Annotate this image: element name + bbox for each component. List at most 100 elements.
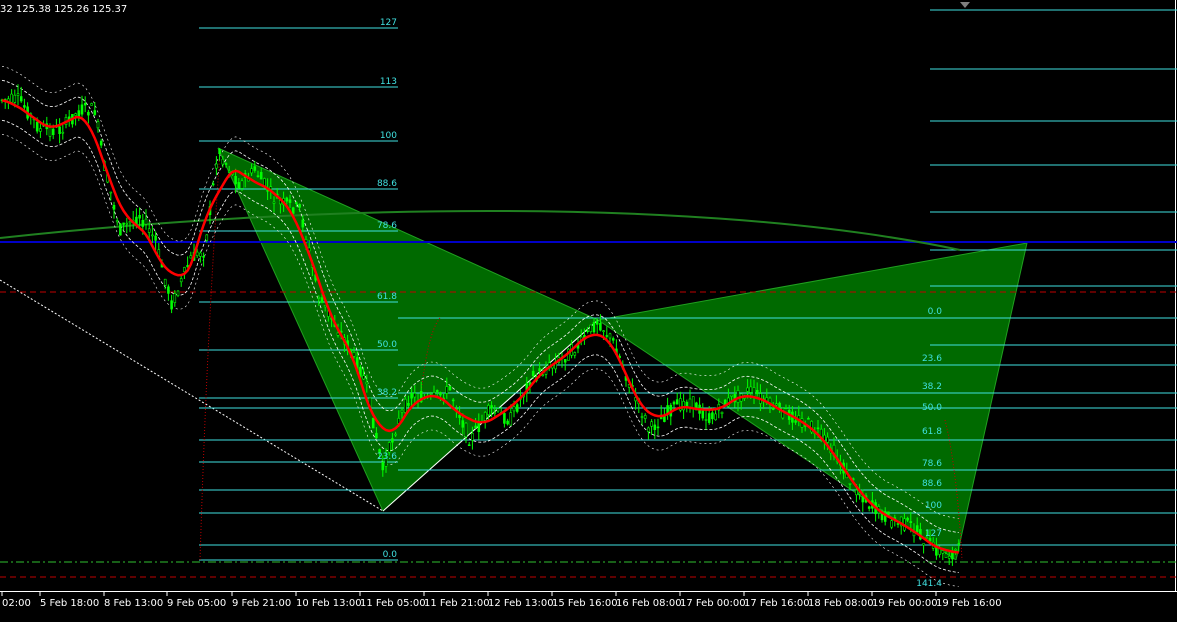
fib-left-label: 113 <box>380 77 397 87</box>
x-axis-label: 15 Feb 16:00 <box>552 598 618 609</box>
candle-body <box>445 386 449 394</box>
chart-shift-marker[interactable] <box>960 2 970 8</box>
candle-body <box>589 324 593 332</box>
x-axis-label: 11 Feb 05:00 <box>360 598 426 609</box>
candle-body <box>23 105 26 108</box>
x-axis-label: 11 Feb 21:00 <box>424 598 490 609</box>
fib-left-label: 78.6 <box>377 221 397 231</box>
candle-body <box>746 387 749 392</box>
candle-body <box>151 234 154 237</box>
candle-body <box>483 412 487 421</box>
candle-body <box>285 197 289 202</box>
candle-body <box>451 399 455 402</box>
candle-body <box>915 525 919 533</box>
fib-right-label: 88.6 <box>922 479 942 489</box>
candle-body <box>707 413 711 423</box>
fib-left-label: 100 <box>380 131 397 141</box>
candle-body <box>794 420 797 423</box>
candle-body <box>400 409 404 413</box>
x-axis-label: 19 Feb 00:00 <box>872 598 938 609</box>
fib-right-label: 78.6 <box>922 459 942 469</box>
candle-body <box>922 543 925 546</box>
candle-body <box>957 543 961 545</box>
candle-body <box>541 374 545 377</box>
candle-body <box>259 172 263 180</box>
candle-body <box>595 320 599 325</box>
candle-body <box>471 432 474 441</box>
candle-body <box>51 128 55 136</box>
chart-canvas[interactable]: 127 113 100 88.6 78.6 61.8 50.0 38.2 23.6 0.0 0.0 2… <box>0 0 1177 618</box>
candle-body <box>387 442 391 453</box>
candle-body <box>205 234 209 241</box>
candle-body <box>947 555 951 559</box>
candle-body <box>202 255 205 258</box>
fib-left-label: 0.0 <box>383 550 398 560</box>
candle-body <box>509 412 513 426</box>
candle-body <box>736 390 740 403</box>
candle-body <box>487 405 490 415</box>
candle-body <box>16 93 20 96</box>
candle-body <box>144 218 148 225</box>
candle-body <box>506 420 509 425</box>
candle-body <box>512 406 516 412</box>
candle-body <box>240 180 244 189</box>
candle-body <box>656 426 660 429</box>
candle-body <box>592 322 596 333</box>
candle-body <box>250 168 253 174</box>
candle-body <box>291 207 295 214</box>
candle-body <box>848 482 852 485</box>
price-chart[interactable]: 127 113 100 88.6 78.6 61.8 50.0 38.2 23.6 0.0 0.0 2… <box>0 0 1177 618</box>
candle-body <box>365 381 369 385</box>
candle-body <box>944 553 948 558</box>
x-axis-label: 5 Feb 18:00 <box>40 598 99 609</box>
candle-body <box>611 338 615 341</box>
fib-left-label: 88.6 <box>377 179 397 189</box>
candle-body <box>317 296 321 299</box>
candle-body <box>224 163 228 165</box>
candle-body <box>515 404 519 412</box>
candle-body <box>80 104 84 115</box>
fib-right-label: 141.4 <box>916 579 942 589</box>
candle-body <box>720 411 724 415</box>
candle-body <box>439 392 442 396</box>
candle-body <box>906 517 909 521</box>
candle-body <box>83 103 87 106</box>
fib-left-label: 23.6 <box>377 452 397 462</box>
fib-right-label: 0.0 <box>928 307 943 317</box>
candle-body <box>301 219 305 228</box>
candle-body <box>890 520 893 528</box>
candle-body <box>688 398 692 408</box>
candle-body <box>74 113 77 116</box>
candle-body <box>496 408 500 412</box>
x-axis-label: 18 Feb 08:00 <box>808 598 874 609</box>
x-axis-label: 19 Feb 16:00 <box>936 598 1002 609</box>
candle-body <box>320 297 324 303</box>
x-axis-label: 10 Feb 13:00 <box>296 598 362 609</box>
fib-right-label: 100 <box>925 501 942 511</box>
candle-body <box>749 386 753 393</box>
candle-body <box>77 110 81 117</box>
x-axis-label: 17 Feb 00:00 <box>680 598 746 609</box>
candle-body <box>784 407 788 410</box>
candle-body <box>336 332 340 336</box>
candle-body <box>263 178 266 187</box>
candle-body <box>61 131 65 134</box>
candle-body <box>99 140 103 146</box>
candle-body <box>167 286 170 294</box>
candle-body <box>701 410 705 419</box>
candle-body <box>87 111 90 116</box>
candle-body <box>362 375 365 380</box>
candle-body <box>714 413 717 421</box>
candle-body <box>253 166 257 171</box>
candle-body <box>413 392 417 398</box>
candle-body <box>954 548 957 551</box>
candle-body <box>563 359 567 363</box>
candle-body <box>234 176 237 185</box>
candle-body <box>13 94 17 103</box>
candle-body <box>295 202 298 204</box>
candle-body <box>653 424 657 430</box>
x-axis-label: 16 Feb 08:00 <box>616 598 682 609</box>
candle-body <box>538 368 541 372</box>
candle-body <box>298 204 301 208</box>
candle-body <box>48 127 52 137</box>
